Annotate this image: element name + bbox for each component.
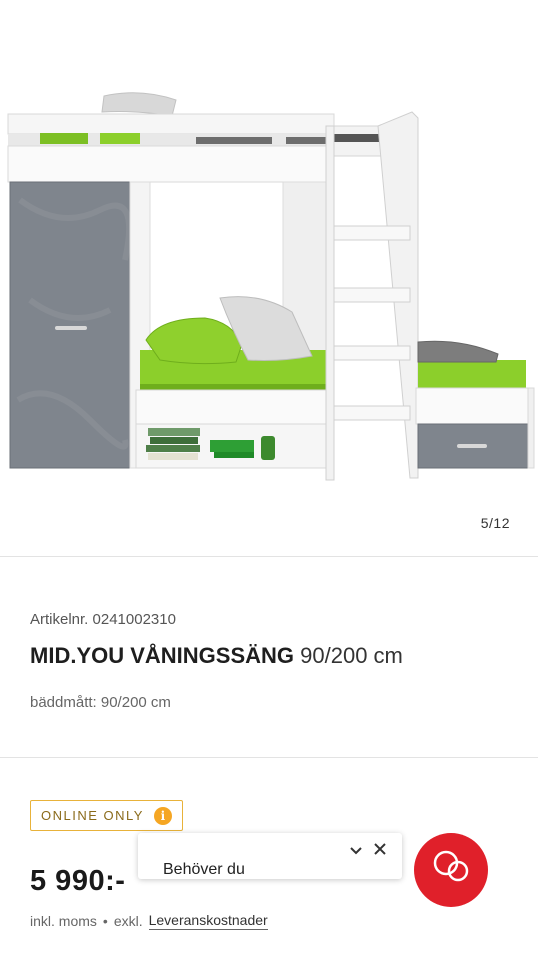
product-image bbox=[7, 92, 535, 481]
product-title: MID.YOU VÅNINGSSÄNG 90/200 cm bbox=[30, 643, 403, 669]
info-icon[interactable]: i bbox=[153, 806, 172, 825]
bed-size: bäddmått: 90/200 cm bbox=[30, 694, 171, 711]
chat-popup[interactable]: Behöver du bbox=[138, 833, 402, 879]
product-name: MID.YOU VÅNINGSSÄNG bbox=[30, 643, 295, 668]
divider bbox=[0, 757, 538, 758]
article-number: Artikelnr. 0241002310 bbox=[30, 611, 176, 628]
online-only-badge: ONLINE ONLY i bbox=[30, 800, 183, 831]
divider bbox=[0, 556, 538, 557]
image-counter: 5/12 bbox=[480, 515, 510, 531]
chevron-down-icon[interactable] bbox=[350, 843, 362, 858]
close-icon[interactable] bbox=[374, 840, 386, 860]
badge-label: ONLINE ONLY bbox=[41, 808, 144, 823]
chat-prompt: Behöver du bbox=[163, 861, 245, 878]
product-gallery[interactable]: 5/12 bbox=[0, 0, 538, 556]
product-size: 90/200 cm bbox=[300, 643, 403, 668]
screen-bottom-area bbox=[0, 878, 538, 960]
